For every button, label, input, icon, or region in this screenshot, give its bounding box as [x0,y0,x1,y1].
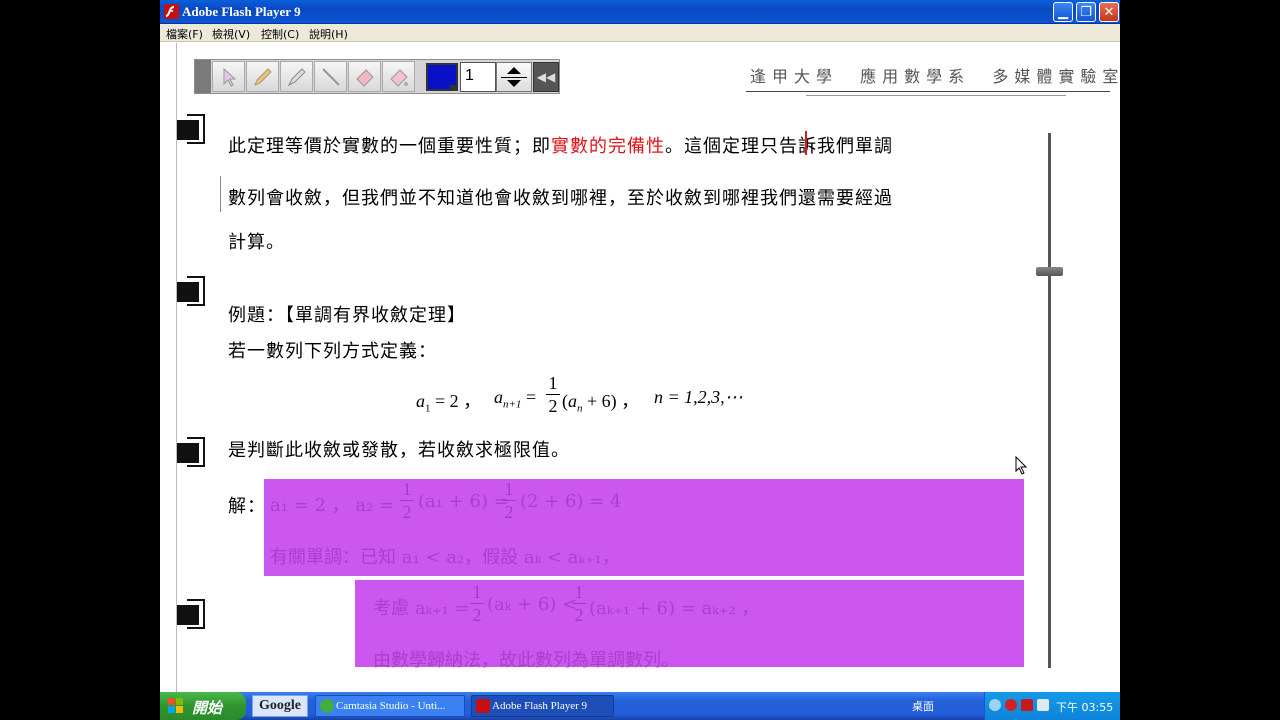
vertical-scroll-track[interactable] [1048,133,1051,668]
example-title: 例題：【單調有界收斂定理】 [228,305,466,326]
window-title: Adobe Flash Player 9 [182,4,301,19]
solution-label: 解： [228,496,266,517]
menu-bar: 檔案(F) 檢視(V) 控制(C) 說明(H) [160,24,1120,42]
mouse-pointer-icon [1015,456,1028,475]
toolbar-grip[interactable] [195,60,211,93]
solution-step-1: a₁ = 2 ， a₂ = [270,495,395,516]
taskbar-item-camtasia[interactable]: Camtasia Studio - Unti... [315,695,465,717]
paragraph-line-2: 數列會收斂，但我們並不知道他會收斂到哪裡，至於收斂到哪裡我們還需要經過 [228,188,893,209]
pencil-tool-button[interactable] [246,61,279,92]
tray-stop-icon[interactable] [1021,699,1033,711]
flash-stage: 1 ◀◀ 逢甲大學 應用數學系 多媒體實驗室 此定理等價於實數的一個重要性質；即… [160,43,1120,692]
line-tool-button[interactable] [314,61,347,92]
margin-mark [220,176,221,212]
paragraph-line-1: 此定理等價於實數的一個重要性質；即實數的完備性。這個定理只告訴我們單調 [228,132,893,158]
text-cursor [805,131,807,155]
solution-fraction: 12 [502,479,516,522]
clear-eraser-tool-button[interactable] [382,61,415,92]
solution-fraction: 12 [470,582,484,625]
vertical-scroll-thumb[interactable] [1036,267,1063,276]
line-icon [322,68,340,86]
menu-view[interactable]: 檢視(V) [212,26,250,42]
tray-record-icon[interactable] [1005,699,1017,711]
highlight-text: 實數的完備性 [551,136,665,157]
question-text: 是判斷此收斂或發散，若收斂求極限值。 [228,440,570,461]
header-rule-secondary [806,95,1066,96]
menu-control[interactable]: 控制(C) [261,26,299,42]
desktop-label[interactable]: 桌面 [912,698,934,714]
dropdown-arrow-icon [450,85,458,91]
solution-step-1b: (a₁ + 6) = [418,491,509,512]
taskbar: 開始 Google Camtasia Studio - Unti... Adob… [160,692,1120,720]
solution-fraction: 12 [400,479,414,522]
formula-paren: (an + 6) ， [562,391,640,415]
solution-step-3b: (aₖ + 6) < [487,594,578,615]
step-up-icon[interactable] [507,67,521,74]
eraser-tool-button[interactable] [348,61,381,92]
color-picker[interactable] [426,63,458,91]
solution-step-1c: (2 + 6) = 4 [520,491,622,512]
task-label: Camtasia Studio - Unti... [336,700,446,712]
start-button[interactable]: 開始 [160,692,246,720]
paragraph-text: 。這個定理只告訴我們單調 [665,136,893,157]
marker-tool-button[interactable] [280,61,313,92]
header-title: 逢甲大學 應用數學系 多媒體實驗室 [750,67,1120,86]
tray-arrow-icon[interactable] [989,699,1001,711]
minimize-icon: ▁ [1058,4,1068,20]
restore-icon: ❐ [1080,4,1092,20]
menu-file[interactable]: 檔案(F) [166,26,203,42]
paragraph-line-3: 計算。 [228,232,285,253]
clock: 下午 03:55 [1056,701,1114,714]
marker-icon [287,68,306,87]
speaker-icon[interactable] [1037,699,1049,711]
binder-ring [177,114,205,144]
pointer-tool-button[interactable] [212,61,245,92]
formula-fraction: 12 [546,373,560,416]
step-down-icon[interactable] [507,80,521,87]
close-icon: ✕ [1103,4,1115,20]
stepper-divider [501,77,527,78]
flash-player-window: Adobe Flash Player 9 ▁ ❐ ✕ 檔案(F) 檢視(V) 控… [160,0,1120,692]
camtasia-icon [320,699,334,713]
formula-n-range: n = 1,2,3,⋯ [654,387,743,407]
binder-ring [177,437,205,467]
drawing-toolbar: 1 ◀◀ [194,59,560,94]
arrow-pointer-icon [223,67,237,87]
binder-ring [177,599,205,629]
paragraph-text: 此定理等價於實數的一個重要性質；即 [228,136,551,157]
clear-eraser-icon [390,69,408,87]
page-number-input[interactable]: 1 [460,62,496,92]
title-bar[interactable]: Adobe Flash Player 9 ▁ ❐ ✕ [160,0,1120,24]
formula-a1: a1 = 2 ， [416,391,482,415]
binder-ring [177,276,205,306]
binder-spine [160,43,177,692]
google-toolbar[interactable]: Google [252,695,308,717]
close-button[interactable]: ✕ [1099,2,1119,22]
example-definition: 若一數列下列方式定義： [228,341,437,362]
eraser-icon [356,69,374,87]
flash-app-icon [164,4,179,19]
solution-step-4: 由數學歸納法，故此數列為單調數列。 [373,650,679,671]
restore-button[interactable]: ❐ [1076,2,1096,22]
solution-step-3c: (aₖ₊₁ + 6) = aₖ₊₂ ， [589,598,760,619]
header-rule [746,91,1110,92]
start-label: 開始 [192,699,223,717]
solution-step-3: 考慮 aₖ₊₁ = [373,598,470,619]
pencil-icon [254,68,272,86]
task-label: Adobe Flash Player 9 [492,700,588,712]
solution-fraction: 12 [572,582,586,625]
taskbar-item-flash[interactable]: Adobe Flash Player 9 [471,695,614,717]
rewind-button[interactable]: ◀◀ [533,62,559,92]
minimize-button[interactable]: ▁ [1053,2,1073,22]
menu-help[interactable]: 說明(H) [309,26,348,42]
page-stepper[interactable] [496,62,532,92]
flash-icon [476,699,490,713]
solution-step-2: 有關單調：已知 a₁ < a₂，假設 aₖ < aₖ₊₁， [270,547,620,568]
formula-an1: an+1 = [494,387,537,411]
windows-logo-icon [168,698,183,713]
